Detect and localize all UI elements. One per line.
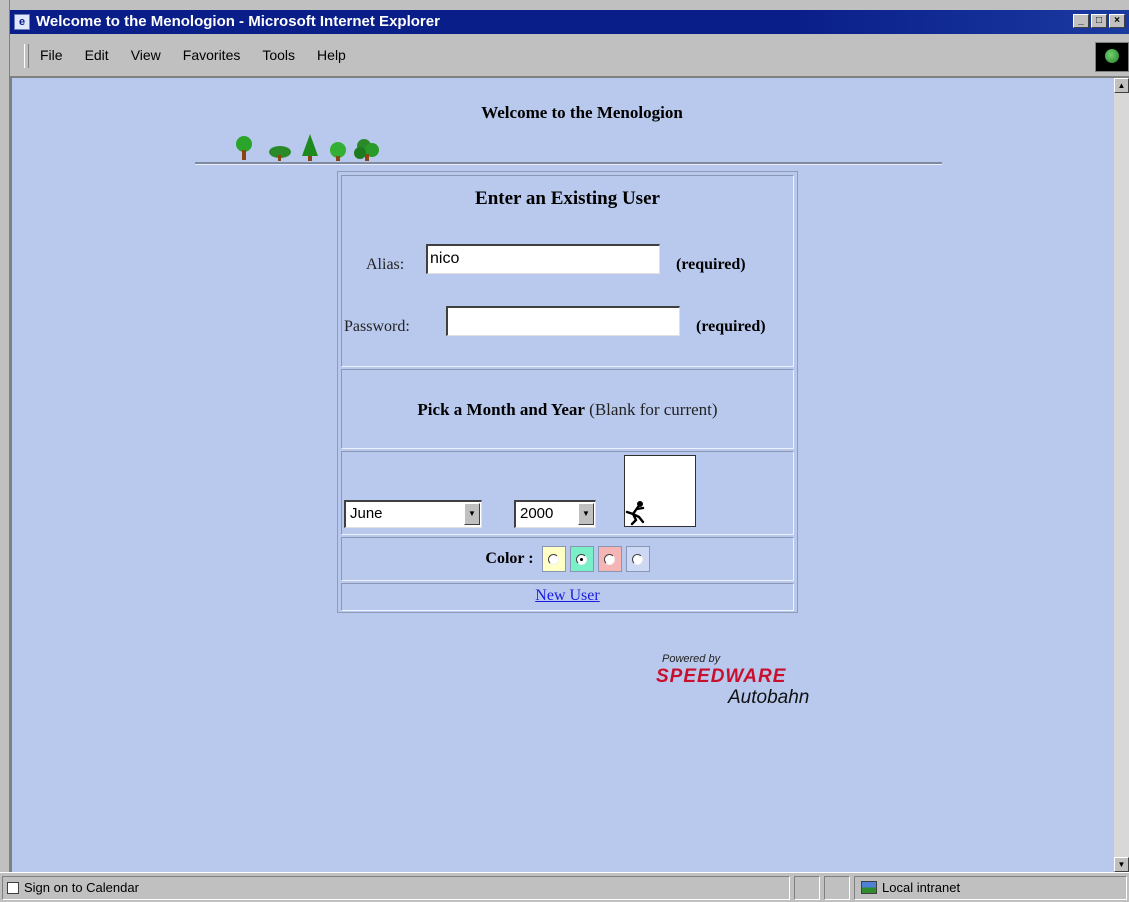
year-select-value: 2000 — [520, 505, 554, 522]
logo-brand-speedware: SPEEDWARE — [656, 666, 787, 687]
menu-edit[interactable]: Edit — [85, 47, 109, 63]
internet-explorer-icon: e — [14, 14, 30, 30]
password-label: Password: — [344, 318, 410, 335]
running-man-icon — [625, 501, 645, 526]
color-options: Color : — [342, 546, 793, 572]
page-title: Welcome to the Menologion — [481, 103, 683, 122]
color-option-blue[interactable] — [625, 546, 650, 572]
alias-input[interactable]: nico — [426, 244, 660, 274]
alias-label: Alias: — [366, 256, 405, 273]
date-pick-hint: (Blank for current) — [589, 400, 718, 419]
enter-calendar-button[interactable] — [624, 455, 696, 527]
status-panel-empty-1 — [794, 876, 820, 900]
date-pick-section: Pick a Month and Year (Blank for current… — [341, 369, 794, 449]
color-radio-pink[interactable] — [604, 553, 616, 565]
logo-powered-by: Powered by — [662, 653, 722, 665]
login-heading: Enter an Existing User — [475, 188, 660, 209]
new-user-row: New User — [341, 583, 794, 611]
page-status-icon — [7, 882, 19, 894]
maximize-button[interactable]: □ — [1091, 14, 1107, 28]
horizontal-rule — [195, 162, 942, 165]
window-title-bar: e Welcome to the Menologion - Microsoft … — [10, 10, 1129, 34]
year-dropdown-arrow-icon[interactable]: ▼ — [578, 503, 594, 525]
status-text: Sign on to Calendar — [24, 880, 139, 895]
window-frame-left — [0, 0, 10, 902]
color-option-yellow[interactable] — [541, 546, 566, 572]
year-select[interactable]: 2000 ▼ — [514, 500, 596, 528]
new-user-link[interactable]: New User — [342, 587, 793, 605]
date-pick-heading-text: Pick a Month and Year — [417, 400, 585, 419]
status-panel-empty-2 — [824, 876, 850, 900]
status-text-panel: Sign on to Calendar — [2, 876, 790, 900]
security-zone-text: Local intranet — [882, 880, 961, 895]
password-input[interactable] — [446, 306, 680, 336]
scroll-down-arrow-icon[interactable]: ▼ — [1114, 857, 1129, 872]
globe-icon — [1105, 49, 1119, 63]
menu-bar: File Edit View Favorites Tools Help — [10, 34, 1129, 78]
window-controls: _ □ × — [1073, 14, 1125, 28]
color-radio-green[interactable] — [576, 553, 588, 565]
color-radio-yellow[interactable] — [548, 553, 560, 565]
color-option-green[interactable] — [569, 546, 594, 572]
menu-tools[interactable]: Tools — [262, 47, 295, 63]
color-label: Color : — [485, 550, 534, 567]
month-dropdown-arrow-icon[interactable]: ▼ — [464, 503, 480, 525]
windows-logo-throbber-icon — [1095, 42, 1129, 72]
trees-decoration-icon — [236, 134, 379, 161]
status-bar: Sign on to Calendar Local intranet — [0, 872, 1129, 902]
speedware-autobahn-logo: Powered by SPEEDWARE Autobahn — [656, 653, 809, 708]
toolbar-grip — [24, 44, 29, 68]
date-pick-heading: Pick a Month and Year (Blank for current… — [342, 400, 793, 420]
menu-help[interactable]: Help — [317, 47, 346, 63]
window-title: Welcome to the Menologion - Microsoft In… — [36, 13, 440, 30]
menu-file[interactable]: File — [40, 47, 63, 63]
menu-items: File Edit View Favorites Tools Help — [40, 47, 346, 63]
minimize-button[interactable]: _ — [1073, 14, 1089, 28]
color-row: Color : — [341, 537, 794, 581]
alias-required-note: (required) — [676, 256, 746, 273]
menu-view[interactable]: View — [131, 47, 161, 63]
month-select[interactable]: June ▼ — [344, 500, 482, 528]
password-required-note: (required) — [696, 318, 766, 335]
color-radio-blue[interactable] — [632, 553, 644, 565]
close-button[interactable]: × — [1109, 14, 1125, 28]
local-intranet-icon — [861, 881, 877, 894]
security-zone-panel: Local intranet — [854, 876, 1127, 900]
menu-favorites[interactable]: Favorites — [183, 47, 241, 63]
vertical-scrollbar[interactable]: ▲ ▼ — [1114, 78, 1129, 872]
login-form: Enter an Existing User Alias: nico (requ… — [337, 171, 798, 613]
page-content: Welcome to the Menologion Enter an Exist… — [10, 78, 1114, 872]
color-option-pink[interactable] — [597, 546, 622, 572]
logo-brand-autobahn: Autobahn — [727, 687, 809, 708]
month-select-value: June — [350, 505, 383, 522]
date-select-row: June ▼ 2000 ▼ — [341, 451, 794, 535]
login-section: Enter an Existing User Alias: nico (requ… — [341, 175, 794, 367]
scroll-up-arrow-icon[interactable]: ▲ — [1114, 78, 1129, 93]
